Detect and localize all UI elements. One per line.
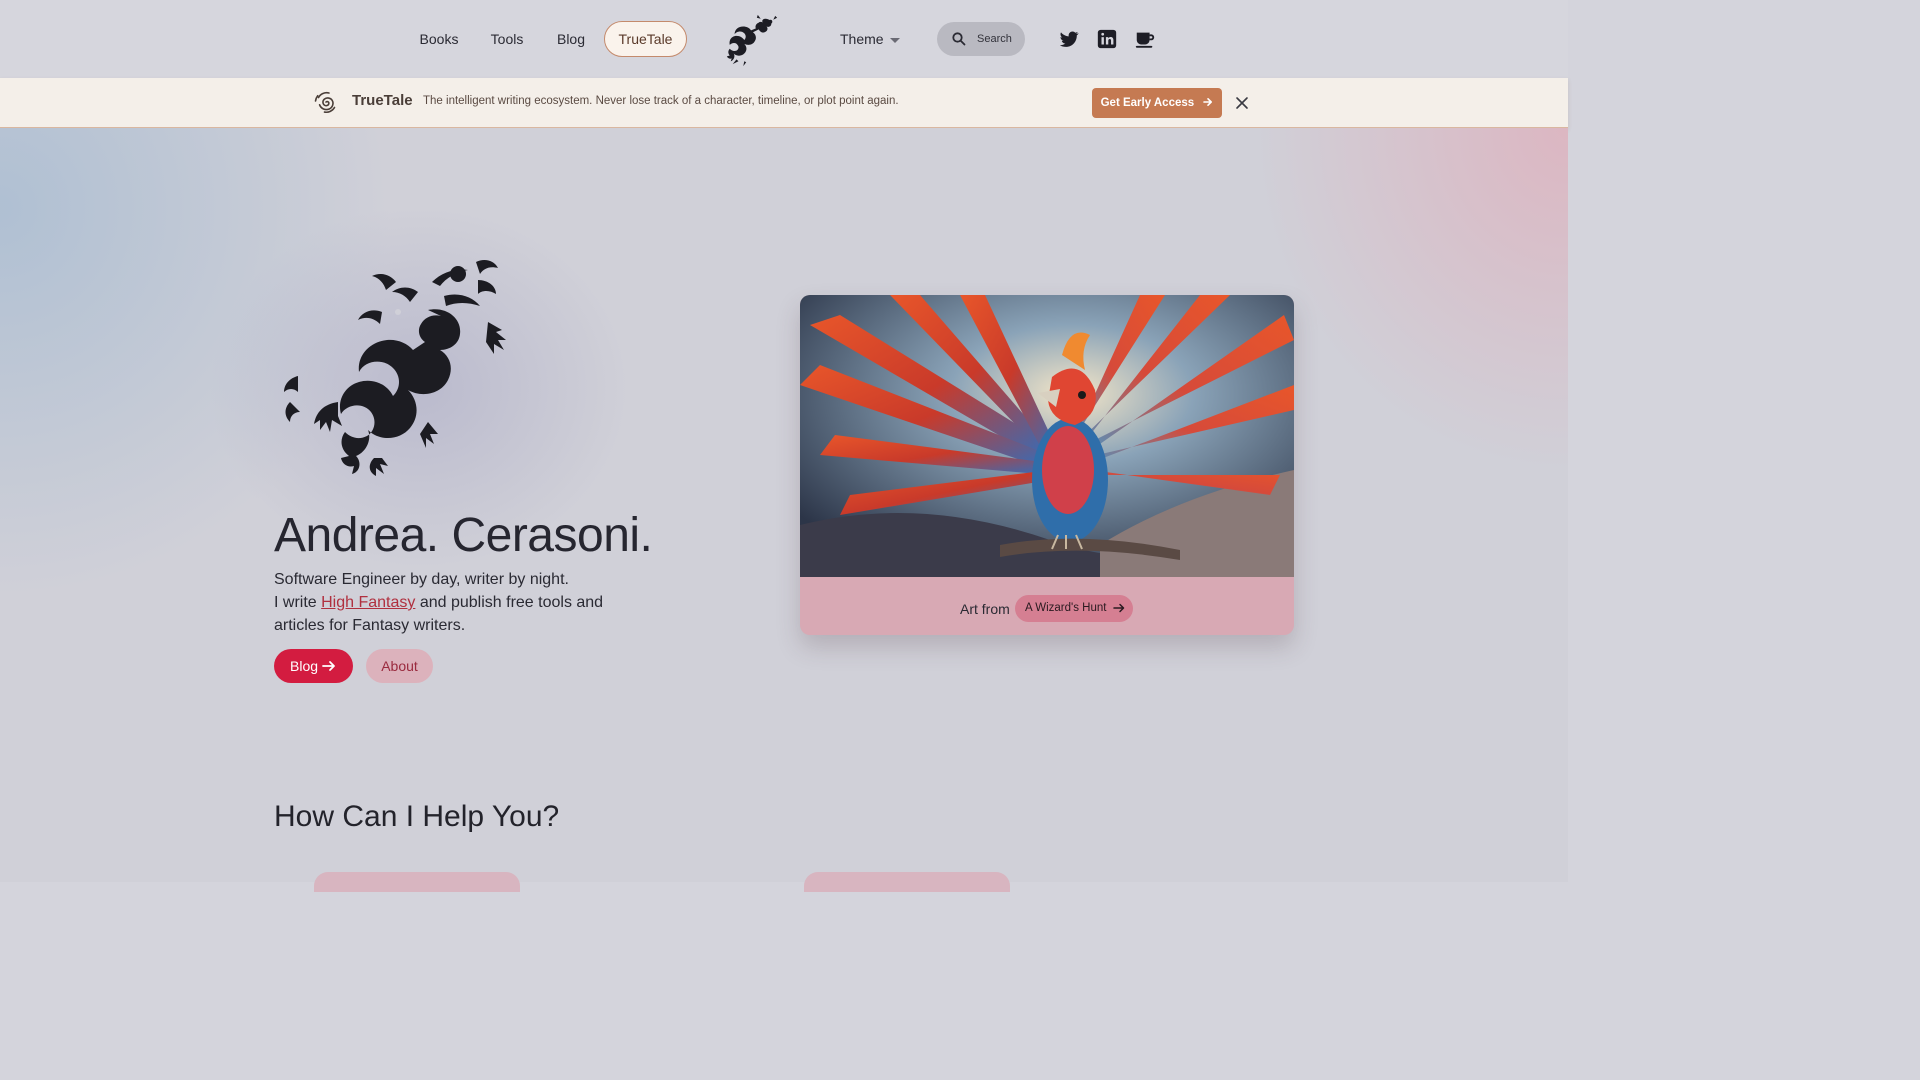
help-card-top[interactable] <box>804 872 1010 892</box>
about-button[interactable]: About <box>366 649 433 683</box>
theme-dropdown[interactable]: Theme <box>840 22 900 56</box>
hero-subtitle: Software Engineer by day, writer by nigh… <box>274 568 654 637</box>
dragon-emblem-icon <box>284 260 506 476</box>
search-icon <box>952 32 966 46</box>
hero-line-1: Software Engineer by day, writer by nigh… <box>274 571 569 588</box>
search-button[interactable]: Search <box>937 22 1025 56</box>
hero-section: Andrea. Cerasoni. Software Engineer by d… <box>0 128 1568 892</box>
linkedin-icon[interactable] <box>1096 28 1118 50</box>
banner-tagline: The intelligent writing ecosystem. Never… <box>423 95 899 107</box>
hero-line-2-prefix: I write <box>274 594 322 611</box>
twitter-icon[interactable] <box>1058 28 1080 50</box>
top-navigation: Books Tools Blog TrueTale Theme Search <box>0 0 1568 78</box>
dragon-logo-icon[interactable] <box>723 12 781 68</box>
get-early-access-button[interactable]: Get Early Access <box>1092 88 1222 118</box>
announcement-banner: TrueTale The intelligent writing ecosyst… <box>0 78 1568 128</box>
nav-link-truetale[interactable]: TrueTale <box>604 21 687 57</box>
blog-button-label: Blog <box>290 658 319 674</box>
banner-brand: TrueTale <box>352 92 413 109</box>
arrow-right-icon <box>322 661 335 671</box>
close-icon[interactable] <box>1234 95 1250 111</box>
search-placeholder: Search <box>977 33 1012 45</box>
arrow-right-icon <box>1203 98 1213 106</box>
phoenix-artwork <box>800 295 1294 577</box>
help-section-title: How Can I Help You? <box>274 800 560 833</box>
help-card-top[interactable] <box>314 872 520 892</box>
art-card: Art from A Wizard's Hunt <box>800 295 1294 635</box>
art-link-label: A Wizard's Hunt <box>1025 602 1107 614</box>
high-fantasy-link[interactable]: High Fantasy <box>321 594 415 611</box>
nav-link-tools[interactable]: Tools <box>488 22 526 56</box>
art-caption: Art from <box>960 601 1010 617</box>
cta-label: Get Early Access <box>1100 97 1195 109</box>
nav-link-books[interactable]: Books <box>416 22 462 56</box>
truetale-spiral-icon <box>314 91 336 114</box>
hero-title: Andrea. Cerasoni. <box>274 509 653 562</box>
theme-label: Theme <box>840 31 884 47</box>
blog-button[interactable]: Blog <box>274 649 353 683</box>
chevron-down-icon <box>889 37 900 43</box>
wizards-hunt-link[interactable]: A Wizard's Hunt <box>1015 595 1133 622</box>
nav-link-blog[interactable]: Blog <box>554 22 588 56</box>
arrow-right-icon <box>1113 603 1125 613</box>
coffee-cup-icon[interactable] <box>1134 28 1156 50</box>
